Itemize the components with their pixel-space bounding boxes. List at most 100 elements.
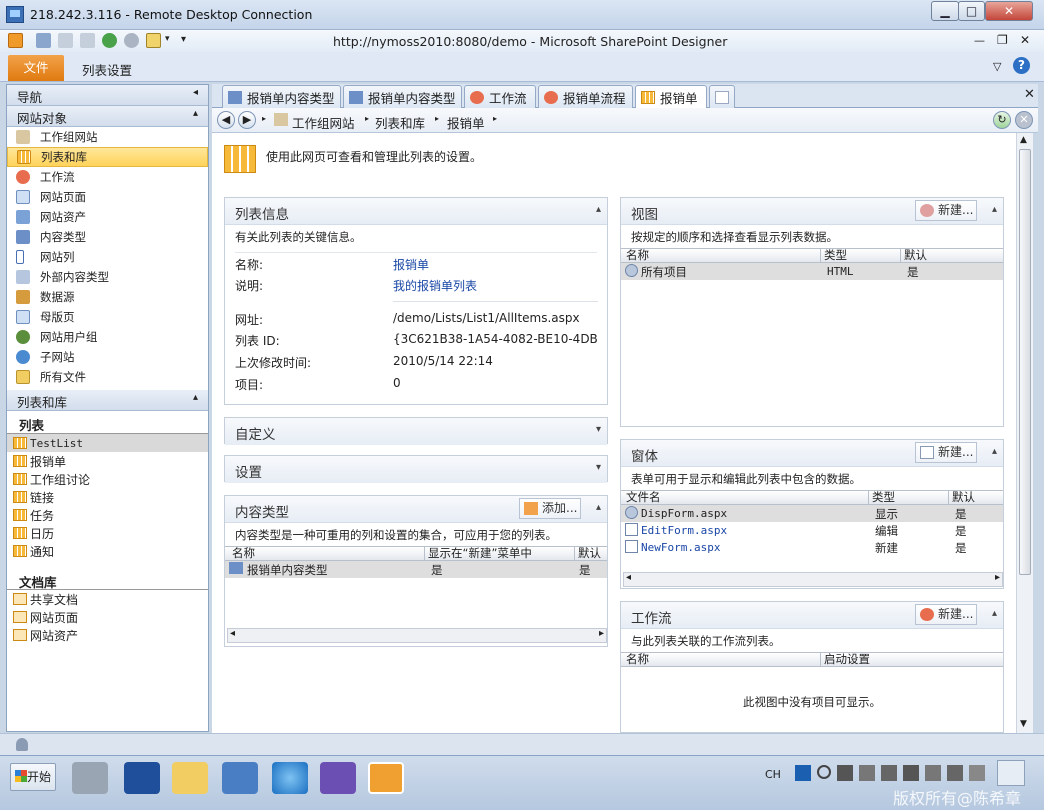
tab-workflows[interactable]: 工作流 [464, 85, 536, 108]
column-header-name[interactable]: 名称 [623, 249, 821, 263]
sharepoint-designer-icon[interactable] [368, 762, 404, 794]
forward-button[interactable]: ▶ [238, 111, 256, 129]
refresh-icon[interactable] [102, 33, 117, 48]
settings-header[interactable]: 设置 ▾ [225, 456, 607, 483]
table-row[interactable]: 报销单内容类型 是 是 [225, 561, 607, 578]
chevron-down-icon[interactable]: ▾ [596, 424, 601, 435]
chevron-up-icon[interactable]: ▴ [596, 502, 601, 513]
rdc-minimize-button[interactable]: ▁ [931, 1, 959, 21]
list-item-discussion[interactable]: 工作组讨论 [7, 470, 208, 488]
sidebar-item-content-types[interactable]: 内容类型 [7, 227, 208, 247]
column-header-type[interactable]: 类型 [869, 491, 949, 505]
user-status-icon[interactable] [16, 738, 28, 751]
new-form-button[interactable]: 新建... [915, 442, 977, 463]
settings-panel[interactable]: 设置 ▾ [224, 455, 608, 483]
tab-list-settings[interactable]: 列表设置 [82, 60, 132, 79]
spd-minimize-button[interactable]: — [974, 34, 985, 47]
scroll-up-icon[interactable]: ▲ [1020, 135, 1027, 145]
internet-explorer-icon[interactable] [272, 762, 308, 794]
show-desktop-button[interactable] [997, 760, 1025, 786]
help-icon[interactable] [947, 765, 963, 781]
sidebar-item-workflows[interactable]: 工作流 [7, 167, 208, 187]
column-header-start-settings[interactable]: 启动设置 [821, 653, 1001, 667]
list-item-expense[interactable]: 报销单 [7, 452, 208, 470]
column-header-default[interactable]: 默认 [949, 491, 1001, 505]
rdc-close-button[interactable]: ✕ [985, 1, 1033, 21]
sidebar-item-lists-libraries[interactable]: 列表和库 [7, 147, 208, 167]
sidebar-item-site-groups[interactable]: 网站用户组 [7, 327, 208, 347]
back-button[interactable]: ◀ [217, 111, 235, 129]
undo-icon[interactable] [58, 33, 73, 48]
site-objects-header[interactable]: 网站对象 ▴ [7, 106, 208, 127]
description-value-link[interactable]: 我的报销单列表 [393, 277, 477, 294]
list-item-testlist[interactable]: TestList [7, 434, 208, 452]
list-item-tasks[interactable]: 任务 [7, 506, 208, 524]
punctuation-icon[interactable] [859, 765, 875, 781]
server-manager-icon[interactable] [72, 762, 108, 794]
stop-button[interactable]: ✕ [1015, 111, 1033, 129]
rdc-maximize-button[interactable]: □ [958, 1, 985, 21]
file-tab[interactable]: 文件 [8, 55, 64, 81]
tab-expense-workflow[interactable]: 报销单流程 [538, 85, 633, 108]
sidebar-item-data-sources[interactable]: 数据源 [7, 287, 208, 307]
chevron-up-icon[interactable]: ▴ [596, 204, 601, 215]
visual-studio-icon[interactable] [320, 762, 356, 794]
block-icon[interactable] [817, 765, 831, 779]
table-row[interactable]: EditForm.aspx 编辑 是 [621, 522, 1003, 539]
scroll-down-icon[interactable]: ▼ [1020, 719, 1027, 729]
history-dropdown-icon[interactable]: ▸ [262, 114, 266, 123]
shield-icon[interactable] [903, 765, 919, 781]
sidebar-item-site-pages[interactable]: 网站页面 [7, 187, 208, 207]
customization-header[interactable]: 自定义 ▾ [225, 418, 607, 445]
help-icon[interactable]: ? [1013, 57, 1030, 74]
column-header-name[interactable]: 名称 [623, 653, 821, 667]
input-language-indicator[interactable]: CH [765, 768, 781, 781]
breadcrumb-team-site[interactable]: 工作组网站 [292, 113, 355, 132]
spd-close-button[interactable]: ✕ [1020, 33, 1030, 47]
collapse-nav-icon[interactable]: ◂ [193, 87, 198, 98]
column-header-default[interactable]: 默认 [901, 249, 1001, 263]
tab-expense-list[interactable]: 报销单 [635, 85, 707, 109]
options-icon[interactable] [969, 765, 985, 781]
workflows-header[interactable]: 工作流 新建... ▴ [621, 602, 1003, 629]
column-header-show-in-new[interactable]: 显示在“新建”菜单中 [425, 547, 575, 561]
sidebar-item-team-site[interactable]: 工作组网站 [7, 127, 208, 147]
fullwidth-icon[interactable] [837, 765, 853, 781]
new-workflow-button[interactable]: 新建... [915, 604, 977, 625]
lists-libraries-header[interactable]: 列表和库 ▴ [7, 390, 208, 411]
chevron-down-icon[interactable]: ▾ [596, 462, 601, 473]
sidebar-item-master-pages[interactable]: 母版页 [7, 307, 208, 327]
list-item-links[interactable]: 链接 [7, 488, 208, 506]
library-item-shared-docs[interactable]: 共享文档 [7, 590, 208, 608]
explorer-icon[interactable] [172, 762, 208, 794]
save-icon[interactable] [36, 33, 51, 48]
ribbon-collapse-icon[interactable]: ▽ [993, 60, 1001, 73]
preview-icon[interactable] [146, 33, 161, 48]
chevron-up-icon[interactable]: ▴ [193, 108, 198, 119]
column-header-name[interactable]: 名称 [229, 547, 425, 561]
library-item-site-pages[interactable]: 网站页面 [7, 608, 208, 626]
horizontal-scrollbar[interactable] [227, 628, 607, 643]
chevron-up-icon[interactable]: ▴ [193, 392, 198, 403]
scroll-thumb[interactable] [1019, 149, 1031, 575]
redo-icon[interactable] [80, 33, 95, 48]
customize-qat-icon[interactable]: ▾ [181, 34, 186, 45]
refresh-button[interactable]: ↻ [993, 111, 1011, 129]
chevron-up-icon[interactable]: ▴ [992, 446, 997, 457]
views-header[interactable]: 视图 新建... ▴ [621, 198, 1003, 225]
table-row[interactable]: NewForm.aspx 新建 是 [621, 539, 1003, 556]
forms-header[interactable]: 窗体 新建... ▴ [621, 440, 1003, 467]
table-row[interactable]: DispForm.aspx 显示 是 [621, 505, 1003, 522]
new-tab-button[interactable] [709, 85, 735, 108]
chevron-up-icon[interactable]: ▴ [992, 204, 997, 215]
stop-icon[interactable] [124, 33, 139, 48]
horizontal-scrollbar[interactable] [623, 572, 1003, 587]
add-content-type-button[interactable]: 添加... [519, 498, 581, 519]
spd-restore-button[interactable]: ❐ [997, 33, 1008, 47]
sidebar-item-site-columns[interactable]: 网站列 [7, 247, 208, 267]
customization-panel[interactable]: 自定义 ▾ [224, 417, 608, 445]
preview-dropdown-icon[interactable]: ▾ [165, 34, 170, 44]
name-value-link[interactable]: 报销单 [393, 256, 429, 273]
column-header-default[interactable]: 默认 [575, 547, 605, 561]
sidebar-item-site-assets[interactable]: 网站资产 [7, 207, 208, 227]
